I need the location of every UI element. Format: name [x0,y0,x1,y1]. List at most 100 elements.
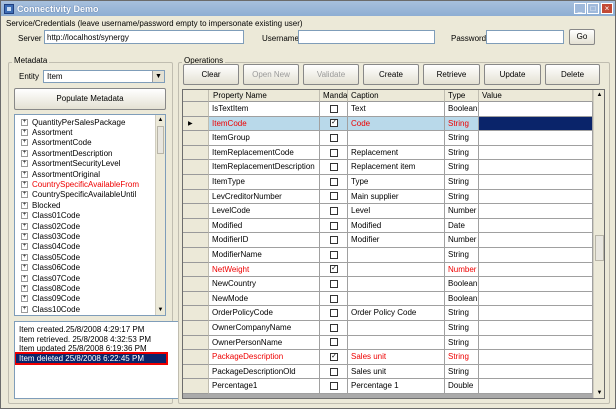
mandatory-checkbox[interactable]: ✓ [330,119,338,128]
mandatory-checkbox[interactable] [330,104,338,113]
row-header[interactable] [183,218,209,234]
row-header[interactable] [183,131,209,146]
expand-icon[interactable]: + [21,274,28,282]
mandatory-checkbox[interactable] [330,382,338,391]
cell-caption[interactable] [348,262,445,278]
maximize-button[interactable]: □ [587,3,599,14]
mandatory-checkbox[interactable] [330,236,338,245]
cell-caption[interactable]: Modifier [348,233,445,248]
entity-select[interactable]: Item ▼ [43,70,165,83]
row-header[interactable] [183,350,209,365]
cell-value[interactable] [479,189,593,205]
scroll-up-icon[interactable]: ▲ [594,90,604,100]
cell-value[interactable] [479,131,593,146]
cell-type[interactable]: String [445,306,479,321]
cell-property-name[interactable]: ItemCode [209,116,320,132]
cell-mandatory[interactable]: ✓ [320,350,348,365]
title-bar[interactable]: Connectivity Demo _ □ × [1,1,615,16]
expand-icon[interactable]: + [21,243,28,251]
chevron-down-icon[interactable]: ▼ [152,71,164,82]
mandatory-checkbox[interactable] [330,279,338,288]
cell-value[interactable] [479,321,593,336]
cell-value[interactable] [479,204,593,219]
cell-caption[interactable] [348,321,445,336]
cell-caption[interactable] [348,277,445,292]
mandatory-checkbox[interactable] [330,294,338,303]
mandatory-checkbox[interactable] [330,148,338,157]
cell-caption[interactable] [348,131,445,146]
tree-scroll-thumb[interactable] [157,126,164,154]
log-entry[interactable]: Item deleted 25/8/2008 6:22:45 PM [15,351,168,365]
cell-type[interactable]: Boolean [445,102,479,117]
header-value[interactable]: Value [479,90,593,102]
close-button[interactable]: × [601,3,613,14]
cell-value[interactable] [479,350,593,365]
cell-type[interactable]: String [445,321,479,336]
expand-icon[interactable]: + [21,128,28,136]
cell-caption[interactable]: Sales unit [348,350,445,365]
cell-property-name[interactable]: OwnerCompanyName [209,321,320,336]
cell-value[interactable] [479,160,593,175]
cell-mandatory[interactable] [320,102,348,117]
header-property-name[interactable]: Property Name [209,90,320,102]
cell-mandatory[interactable] [320,306,348,321]
cell-mandatory[interactable] [320,379,348,394]
cell-property-name[interactable]: NetWeight [209,262,320,278]
cell-caption[interactable] [348,248,445,263]
cell-type[interactable]: String [445,350,479,365]
cell-property-name[interactable]: ItemReplacementDescription [209,160,320,175]
expand-icon[interactable]: + [21,305,28,313]
cell-mandatory[interactable] [320,291,348,307]
mandatory-checkbox[interactable] [330,221,338,230]
tree-scrollbar[interactable]: ▲ ▼ [155,115,165,315]
row-header[interactable] [183,379,209,394]
cell-value[interactable] [479,175,593,190]
row-header[interactable] [183,321,209,336]
row-header[interactable] [183,160,209,175]
cell-mandatory[interactable] [320,189,348,205]
cell-caption[interactable]: Replacement [348,145,445,161]
password-input[interactable] [486,30,564,44]
cell-value[interactable] [479,306,593,321]
cell-type[interactable]: String [445,160,479,175]
cell-caption[interactable]: Level [348,204,445,219]
metadata-tree[interactable]: + QuantityPerSalesPackage + Assortment + Asso… [14,114,166,316]
row-header[interactable]: ▶ [183,116,209,132]
grid-scroll-thumb[interactable] [595,235,604,261]
cell-value[interactable] [479,248,593,263]
cell-value[interactable] [479,277,593,292]
mandatory-checkbox[interactable]: ✓ [330,265,338,274]
row-header[interactable] [183,248,209,263]
clear-button[interactable]: Clear [183,64,239,85]
cell-value[interactable] [479,379,593,394]
expand-icon[interactable]: + [21,212,28,220]
expand-icon[interactable]: + [21,222,28,230]
username-input[interactable] [298,30,435,44]
cell-type[interactable]: String [445,248,479,263]
expand-icon[interactable]: + [21,232,28,240]
row-header[interactable] [183,335,209,351]
cell-mandatory[interactable] [320,233,348,248]
scroll-down-icon[interactable]: ▼ [156,305,165,315]
row-header[interactable] [183,204,209,219]
mandatory-checkbox[interactable] [330,206,338,215]
cell-property-name[interactable]: NewCountry [209,277,320,292]
expand-icon[interactable]: + [21,118,28,126]
server-input[interactable]: http://localhost/synergy [44,30,244,44]
row-header[interactable] [183,102,209,117]
populate-metadata-button[interactable]: Populate Metadata [14,88,166,110]
expand-icon[interactable]: + [21,180,28,188]
cell-property-name[interactable]: ItemType [209,175,320,190]
cell-property-name[interactable]: ItemReplacementCode [209,145,320,161]
log-entry[interactable]: Item retrieved. 25/8/2008 4:32:53 PM [19,335,151,344]
cell-type[interactable]: Date [445,218,479,234]
cell-property-name[interactable]: Percentage1 [209,379,320,394]
open-new-button[interactable]: Open New [243,64,299,85]
cell-type[interactable]: String [445,145,479,161]
mandatory-checkbox[interactable] [330,250,338,259]
cell-property-name[interactable]: NewMode [209,291,320,307]
cell-mandatory[interactable] [320,175,348,190]
cell-property-name[interactable]: OrderPolicyCode [209,306,320,321]
mandatory-checkbox[interactable] [330,309,338,318]
expand-icon[interactable]: + [21,170,28,178]
